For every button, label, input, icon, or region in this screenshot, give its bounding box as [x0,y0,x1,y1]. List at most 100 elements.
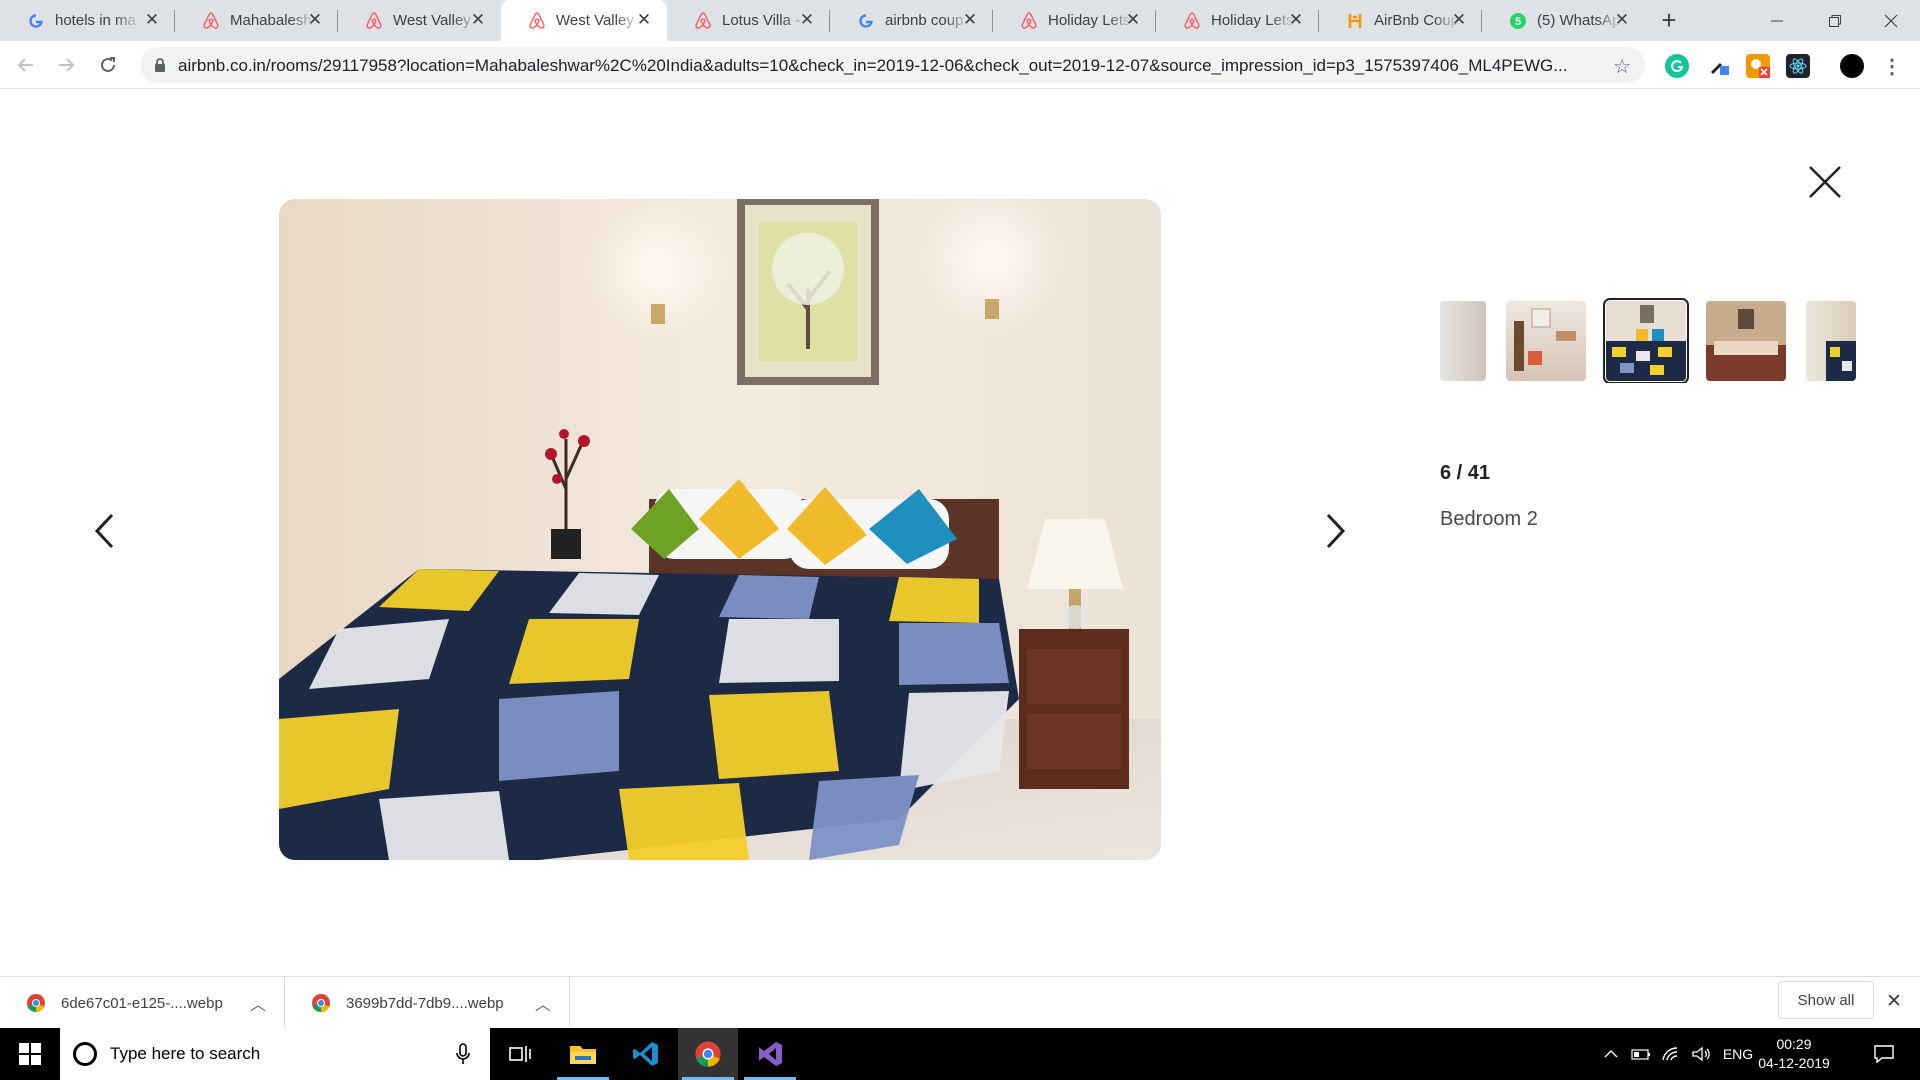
chevron-up-icon[interactable]: ︿ [250,991,266,1015]
browser-tab[interactable]: Lotus Villa - ✕ [667,0,830,41]
reload-button[interactable] [94,51,122,79]
restore-button[interactable] [1806,0,1864,41]
airbnb-icon [201,11,221,31]
airbnb-icon [693,11,713,31]
grammarly-icon[interactable] [1665,54,1689,78]
vscode-icon [633,1042,658,1066]
thumbnail[interactable] [1506,301,1586,381]
tab-title: West Valley [556,12,634,29]
taskbar-search-box[interactable]: Type here to search [60,1028,490,1080]
thumbnail[interactable] [1440,301,1486,381]
airbnb-icon [1182,11,1202,31]
forward-button[interactable] [52,51,80,79]
profile-avatar[interactable] [1840,54,1864,78]
tab-title: West Valley [393,12,471,29]
vscode-button[interactable] [616,1028,676,1080]
previous-photo-button[interactable] [86,509,122,553]
tab-close-icon[interactable]: ✕ [798,11,816,29]
airbnb-icon [527,11,547,31]
react-devtools-icon[interactable] [1786,54,1810,78]
tab-title: airbnb coup [885,12,964,29]
photo-caption: Bedroom 2 [1440,508,1538,530]
next-photo-button[interactable] [1318,509,1354,553]
battery-icon[interactable] [1628,1028,1654,1080]
close-downloads-shelf-icon[interactable]: ✕ [1886,990,1902,1013]
chevron-left-icon [94,513,114,549]
eyedropper-extension-icon[interactable] [1707,54,1731,78]
search-placeholder: Type here to search [110,1044,261,1063]
minimize-button[interactable] [1748,0,1806,41]
bookmark-star-icon[interactable]: ☆ [1613,54,1631,79]
tab-title: (5) WhatsAp [1537,12,1621,29]
airbnb-icon [364,11,384,31]
wifi-icon[interactable] [1658,1028,1684,1080]
address-bar[interactable]: airbnb.co.in/rooms/29117958?location=Mah… [140,47,1645,83]
download-filename: 3699b7dd-7db9....webp [346,995,504,1012]
show-all-downloads-button[interactable]: Show all [1778,981,1874,1019]
hotel-icon [1345,11,1365,31]
google-icon [26,11,46,31]
tab-close-icon[interactable]: ✕ [469,11,487,29]
microphone-icon[interactable] [456,1042,470,1066]
clock-time: 00:29 [1776,1036,1812,1052]
folder-icon [570,1046,596,1064]
google-icon [856,11,876,31]
browser-tab[interactable]: Mahabalesh ✕ [175,0,338,41]
windows-taskbar: Type here to search ENG 00:29 04-12-2019 [0,1028,1920,1080]
tab-close-icon[interactable]: ✕ [1613,11,1631,29]
browser-tab[interactable]: 5 (5) WhatsAp ✕ [1482,0,1645,41]
chevron-right-icon [1326,513,1346,549]
downloads-shelf: 6de67c01-e125-....webp ︿ 3699b7dd-7db9..… [0,976,1920,1029]
browser-tab[interactable]: hotels in ma ✕ [0,0,175,41]
tab-title: Lotus Villa - [722,12,801,29]
show-hidden-icons-button[interactable] [1598,1028,1624,1080]
action-center-button[interactable] [1864,1028,1904,1080]
browser-tab-active[interactable]: West Valley ✕ [501,0,667,41]
browser-tab[interactable]: Holiday Lets ✕ [1156,0,1319,41]
download-filename: 6de67c01-e125-....webp [61,995,223,1012]
system-clock[interactable]: 00:29 04-12-2019 [1754,1035,1834,1073]
browser-tab[interactable]: airbnb coup ✕ [830,0,993,41]
whatsapp-icon: 5 [1508,11,1528,31]
close-icon [1809,166,1841,198]
tab-close-icon[interactable]: ✕ [306,11,324,29]
tab-close-icon[interactable]: ✕ [143,11,161,29]
window-close-button[interactable] [1862,0,1920,41]
task-view-icon [509,1046,531,1062]
browser-tab[interactable]: West Valley ✕ [338,0,501,41]
tab-close-icon[interactable]: ✕ [635,11,653,29]
back-button[interactable] [12,51,40,79]
close-gallery-button[interactable] [1806,163,1844,201]
browser-tab[interactable]: Holiday Lets ✕ [993,0,1156,41]
coupon-extension-icon[interactable] [1746,54,1770,78]
menu-dots-icon[interactable]: ⋮ [1880,54,1904,78]
download-item[interactable]: 6de67c01-e125-....webp ︿ [0,977,285,1029]
airbnb-icon [1019,11,1039,31]
file-explorer-button[interactable] [553,1028,613,1080]
chrome-icon [695,1041,721,1067]
volume-icon[interactable] [1688,1028,1714,1080]
new-tab-button[interactable]: + [1655,6,1683,34]
chrome-icon [312,994,330,1013]
thumbnail[interactable] [1806,301,1856,381]
input-language-indicator[interactable]: ENG [1718,1028,1758,1080]
browser-tab-strip: hotels in ma ✕ Mahabalesh ✕ West Valley … [0,0,1920,41]
tab-close-icon[interactable]: ✕ [961,11,979,29]
tab-title: Holiday Lets [1211,12,1294,29]
visual-studio-button[interactable] [740,1028,800,1080]
thumbnail[interactable] [1706,301,1786,381]
tab-close-icon[interactable]: ✕ [1450,11,1468,29]
tab-title: hotels in ma [55,12,136,29]
tab-close-icon[interactable]: ✕ [1287,11,1305,29]
windows-logo-icon [19,1043,41,1065]
photo-gallery-modal: 6 / 41 Bedroom 2 [0,89,1920,976]
chevron-up-icon[interactable]: ︿ [535,991,551,1015]
thumbnail-selected[interactable] [1603,298,1689,383]
chrome-taskbar-button[interactable] [678,1028,738,1080]
thumbnail-strip [1440,297,1856,383]
tab-close-icon[interactable]: ✕ [1124,11,1142,29]
task-view-button[interactable] [490,1028,550,1080]
download-item[interactable]: 3699b7dd-7db9....webp ︿ [285,977,570,1029]
start-button[interactable] [0,1028,60,1080]
browser-tab[interactable]: AirBnb Coup ✕ [1319,0,1482,41]
